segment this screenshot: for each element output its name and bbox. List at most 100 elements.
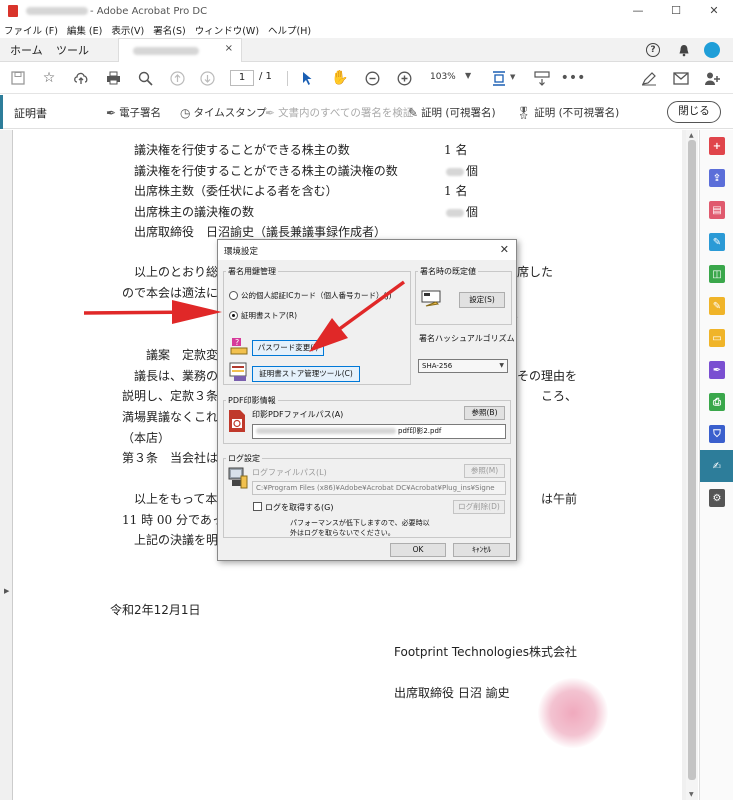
menu-view[interactable]: 表示(V) xyxy=(111,23,144,37)
tab-tools[interactable]: ツール xyxy=(56,42,89,58)
help-icon[interactable]: ? xyxy=(646,43,660,57)
clock-icon: ◷ xyxy=(180,105,191,120)
verify-all-button[interactable]: ✒ 文書内のすべての署名を検証 xyxy=(265,105,413,120)
menu-edit[interactable]: 編集 (E) xyxy=(67,23,102,37)
doc-paragraph: 満場異議なくこれ xyxy=(122,410,219,424)
zoom-out-icon[interactable] xyxy=(363,69,381,87)
close-cert-bar-button[interactable]: 閉じる xyxy=(667,101,721,123)
certificates-icon[interactable]: ✍ xyxy=(700,450,733,482)
scroll-up-icon[interactable]: ▲ xyxy=(689,132,694,139)
cert-store-tool-button[interactable]: 証明書ストア管理ツール(C) xyxy=(252,366,360,382)
notification-bell-icon[interactable] xyxy=(675,41,693,59)
scroll-down-icon[interactable]: ▼ xyxy=(689,791,694,798)
menu-help[interactable]: ヘルプ(H) xyxy=(268,23,311,37)
timestamp-button[interactable]: ◷ タイムスタンプ xyxy=(180,105,266,120)
change-password-button[interactable]: パスワード変更(I) xyxy=(252,340,324,356)
print-production-icon[interactable]: ⎙ xyxy=(700,386,733,418)
doc-paragraph: （本店） xyxy=(122,431,171,445)
sign-pen-icon[interactable] xyxy=(640,69,658,87)
zoom-dropdown-icon[interactable]: ▼ xyxy=(465,71,471,80)
save-icon[interactable] xyxy=(9,69,27,87)
combine-icon[interactable]: ◫ xyxy=(700,258,733,290)
tools-sidebar: + ⇪ ▤ ✎ ◫ ✎ ▭ ✒ ⎙ ⛉ ✍ ⚙ xyxy=(699,130,733,800)
preferences-dialog: 環境設定 ✕ 署名用鍵管理 公的個人認証ICカード（個人番号カード）(J) 証明… xyxy=(217,239,517,561)
radio-cert-store[interactable]: 証明書ストア(R) xyxy=(229,310,297,321)
certify-visible-icon: ✎ xyxy=(408,105,419,120)
cloud-upload-icon[interactable] xyxy=(72,69,90,87)
hash-algorithm-label: 署名ハッシュアルゴリズム xyxy=(419,334,515,343)
left-panel-toggle-icon[interactable]: ▶ xyxy=(4,587,9,595)
mail-icon[interactable] xyxy=(672,69,690,87)
zoom-in-icon[interactable] xyxy=(395,69,413,87)
redacted-value xyxy=(446,167,464,176)
default-sign-settings-button[interactable]: 設定(S) xyxy=(459,292,505,308)
tab-close-button[interactable]: × xyxy=(225,43,233,54)
stamp-browse-button[interactable]: 参照(B) xyxy=(464,406,505,420)
dialog-title-bar: 環境設定 ✕ xyxy=(218,240,516,260)
zoom-level[interactable]: 103% xyxy=(430,72,456,82)
fill-sign-icon[interactable]: ✎ xyxy=(700,290,733,322)
edit-pdf-icon[interactable]: ✎ xyxy=(700,226,733,258)
fit-page-dropdown-icon[interactable]: ▼ xyxy=(510,73,515,81)
doc-line-value: 個 xyxy=(446,203,478,220)
bookmark-star-icon[interactable]: ☆ xyxy=(40,69,58,87)
main-toolbar: ☆ 1 / 1 ✋ 103% ▼ ▼ ••• xyxy=(0,62,733,94)
organize-pages-icon[interactable]: ▤ xyxy=(700,194,733,226)
vertical-scrollbar[interactable]: ▲ ▼ xyxy=(686,130,698,800)
certificates-bar: 証明書 ✒ 電子署名 ◷ タイムスタンプ ✒ 文書内のすべての署名を検証 ✎ 証… xyxy=(0,95,733,129)
menu-sign[interactable]: 署名(S) xyxy=(153,23,185,37)
comment-icon[interactable]: ▭ xyxy=(700,322,733,354)
add-user-icon[interactable] xyxy=(703,69,721,87)
select-cursor-icon[interactable] xyxy=(298,69,316,87)
user-avatar[interactable] xyxy=(704,42,720,58)
radio-mynumber-card[interactable]: 公的個人認証ICカード（個人番号カード）(J) xyxy=(229,290,392,301)
menu-file[interactable]: ファイル (F) xyxy=(4,23,58,37)
log-path-field[interactable]: C:¥Program Files (x86)¥Adobe¥Acrobat DC¥… xyxy=(252,481,506,495)
maximize-button[interactable]: ☐ xyxy=(657,0,695,22)
protect-shield-icon[interactable]: ⛉ xyxy=(700,418,733,450)
hand-tool-icon[interactable]: ✋ xyxy=(331,69,349,87)
digital-sign-button[interactable]: ✒ 電子署名 xyxy=(106,105,161,120)
print-icon[interactable] xyxy=(104,69,122,87)
tab-home[interactable]: ホーム xyxy=(10,42,43,58)
page-number-input[interactable]: 1 xyxy=(230,70,254,86)
export-pdf-icon[interactable]: ⇪ xyxy=(700,162,733,194)
more-options-icon[interactable]: ••• xyxy=(561,69,586,87)
blurred-filename xyxy=(26,7,88,15)
log-delete-button[interactable]: ログ削除(D) xyxy=(453,500,505,514)
radio-mynumber-dot[interactable] xyxy=(229,291,238,300)
menu-window[interactable]: ウィンドウ(W) xyxy=(195,23,259,37)
next-page-icon[interactable] xyxy=(198,69,216,87)
cancel-button[interactable]: ｷｬﾝｾﾙ xyxy=(453,543,510,557)
stamp-path-label: 印影PDFファイルパス(A) xyxy=(252,410,344,419)
search-zoom-icon[interactable] xyxy=(136,69,154,87)
minimize-button[interactable]: — xyxy=(619,0,657,22)
create-pdf-icon[interactable]: + xyxy=(700,130,733,162)
close-window-button[interactable]: ✕ xyxy=(695,0,733,22)
tab-document[interactable]: × xyxy=(118,38,242,62)
stamp-path-field[interactable]: pdf印影2.pdf xyxy=(252,424,506,439)
dialog-close-icon[interactable]: ✕ xyxy=(500,243,509,256)
log-note-line2: 外はログを取らないでください。 xyxy=(290,529,395,537)
doc-line-label: 出席株主数（委任状による者を含む） xyxy=(134,184,338,198)
cert-bar-title: 証明書 xyxy=(14,107,47,120)
prev-page-icon[interactable] xyxy=(168,69,186,87)
tab-bar: ホーム ツール × ? xyxy=(0,38,733,62)
certify-invisible-button[interactable]: 🎖 証明 (不可視署名) xyxy=(516,105,619,120)
default-sign-label: 署名時の既定値 xyxy=(418,266,478,277)
draw-pen-icon[interactable]: ✒ xyxy=(700,354,733,386)
certify-visible-button[interactable]: ✎ 証明 (可視署名) xyxy=(408,105,496,120)
log-browse-button[interactable]: 参照(M) xyxy=(464,464,505,478)
doc-paragraph: 議長は、業務の xyxy=(134,369,219,383)
fit-page-icon[interactable] xyxy=(490,69,508,87)
more-tools-icon[interactable]: ⚙ xyxy=(700,482,733,514)
scroll-thumb[interactable] xyxy=(688,140,696,780)
menu-bar: ファイル (F) 編集 (E) 表示(V) 署名(S) ウィンドウ(W) ヘルプ… xyxy=(0,22,733,38)
doc-paragraph: その理由を xyxy=(517,369,578,383)
key-management-label: 署名用鍵管理 xyxy=(226,266,278,277)
log-checkbox[interactable] xyxy=(253,502,262,511)
ok-button[interactable]: OK xyxy=(390,543,446,557)
scroll-mode-icon[interactable] xyxy=(533,69,551,87)
radio-cert-store-dot[interactable] xyxy=(229,311,238,320)
hash-algorithm-select[interactable]: SHA-256 ▼ xyxy=(418,359,508,373)
